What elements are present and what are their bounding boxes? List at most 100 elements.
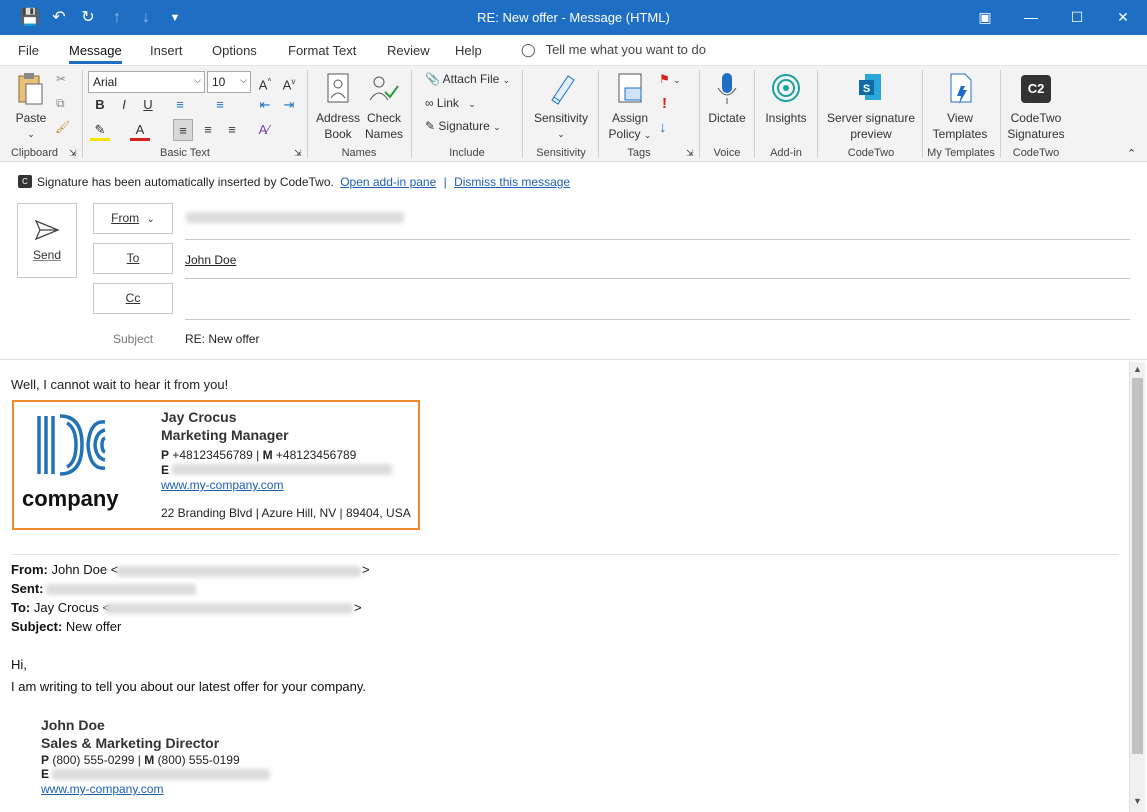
dictate-button[interactable]: Dictate (704, 70, 750, 126)
dismiss-message-link[interactable]: Dismiss this message (454, 175, 570, 189)
open-add-in-pane-link[interactable]: Open add-in pane (340, 175, 436, 189)
group-label-codetwo-2: CodeTwo (1012, 147, 1060, 159)
scroll-thumb[interactable] (1132, 378, 1143, 754)
subject-label: Subject (113, 332, 154, 346)
decrease-indent-icon[interactable]: ⇤ (255, 94, 275, 116)
view-templates-button[interactable]: View Templates (927, 70, 993, 142)
tab-format-text[interactable]: Format Text (288, 43, 356, 58)
assign-policy-button[interactable]: Assign Policy ⌄ (604, 70, 656, 143)
quoted-to: To: Jay Crocus < (11, 600, 111, 615)
quoted-subject: Subject: New offer (11, 619, 122, 634)
grow-font-icon[interactable]: A^ (255, 71, 275, 93)
from-address-redacted (186, 212, 404, 223)
align-right-icon[interactable]: ≡ (222, 119, 242, 141)
ribbon-tabs: File Message Insert Options Format Text … (0, 35, 1147, 65)
insights-icon (772, 74, 800, 102)
dialog-launcher-icon[interactable]: ⇲ (686, 148, 694, 159)
assign-policy-icon (618, 73, 642, 103)
group-label-include: Include (449, 147, 485, 159)
from-button[interactable]: From ⌄ (93, 203, 173, 234)
chevron-down-icon: ⌄ (643, 130, 652, 140)
maximize-button[interactable]: ☐ (1054, 0, 1100, 35)
sensitivity-button[interactable]: Sensitivity ⌄ (528, 70, 594, 142)
dialog-launcher-icon[interactable]: ⇲ (294, 148, 302, 159)
view-templates-icon (950, 73, 972, 104)
paperclip-icon: 📎 (425, 72, 440, 86)
collapse-ribbon-icon[interactable]: ⌃ (1127, 147, 1136, 160)
insights-button[interactable]: Insights (760, 70, 812, 126)
scroll-down-icon[interactable]: ▼ (1133, 796, 1142, 806)
tab-message[interactable]: Message (69, 43, 122, 64)
link-button[interactable]: ∞ Link ⌄ (425, 96, 476, 110)
cc-button[interactable]: Cc (93, 283, 173, 314)
ribbon: Paste ⌄ ✂ ⧉ 🖌 Clipboard ⇲ Arial ⌵ 10 ⌵ A^ … (0, 65, 1147, 162)
vertical-scrollbar[interactable]: ▲ ▼ (1129, 362, 1145, 812)
check-names-button[interactable]: Check Names (362, 70, 406, 142)
low-importance-icon[interactable]: ↓ (659, 119, 667, 136)
group-label-clipboard: Clipboard (10, 147, 59, 159)
address-book-icon (327, 73, 349, 103)
close-button[interactable]: ✕ (1100, 0, 1146, 35)
tab-options[interactable]: Options (212, 43, 257, 58)
to-recipient[interactable]: John Doe (185, 253, 236, 267)
format-painter-icon[interactable]: 🖌 (55, 120, 70, 134)
copy-icon[interactable]: ⧉ (56, 96, 65, 111)
group-label-basic-text: Basic Text (160, 147, 210, 159)
follow-up-flag-icon[interactable]: ⚑ ⌄ (659, 72, 681, 86)
group-label-tags: Tags (627, 147, 651, 159)
scroll-up-icon[interactable]: ▲ (1133, 364, 1142, 374)
to-button[interactable]: To (93, 243, 173, 274)
signature-button[interactable]: ✎ Signature ⌄ (425, 119, 501, 133)
font-size-select[interactable]: 10 ⌵ (207, 71, 251, 93)
ribbon-display-icon[interactable]: ▣ (962, 0, 1008, 35)
bold-button[interactable]: B (90, 94, 110, 116)
address-book-button[interactable]: Address Book (313, 70, 363, 142)
company-logo-text: company (22, 486, 119, 511)
italic-button[interactable]: I (114, 94, 134, 116)
info-bar: C Signature has been automatically inser… (0, 170, 1147, 194)
clear-formatting-icon[interactable]: A∕ (254, 119, 274, 141)
send-icon (34, 219, 60, 241)
signature-icon: ✎ (425, 119, 436, 133)
underline-button[interactable]: U (138, 94, 158, 116)
bullets-icon[interactable]: ≡ (170, 94, 190, 116)
server-signature-preview-button[interactable]: S Server signature preview (822, 70, 920, 142)
chevron-down-icon: ⌄ (557, 129, 565, 139)
font-color-icon[interactable]: A (130, 119, 150, 141)
quote-divider (11, 554, 1119, 555)
quoted-sent-date-redacted (46, 584, 196, 595)
attach-file-button[interactable]: 📎 Attach File ⌄ (425, 72, 510, 86)
codetwo-icon: C (18, 175, 32, 188)
tell-me-search[interactable]: ◯ Tell me what you want to do (521, 42, 706, 58)
chevron-down-icon: ⌄ (468, 99, 476, 109)
tab-help[interactable]: Help (455, 43, 482, 58)
quoted-sig-website-link[interactable]: www.my-company.com (41, 782, 163, 796)
signature-address: 22 Branding Blvd | Azure Hill, NV | 8940… (161, 506, 411, 520)
tab-file[interactable]: File (18, 43, 39, 58)
minimize-button[interactable]: — (1008, 0, 1054, 35)
tab-insert[interactable]: Insert (150, 43, 183, 58)
chevron-down-icon: ⌄ (502, 75, 511, 85)
font-family-select[interactable]: Arial ⌵ (88, 71, 205, 93)
send-button[interactable]: Send (17, 203, 77, 278)
signature-website-link[interactable]: www.my-company.com (161, 478, 283, 492)
highlight-icon[interactable]: ✎ (90, 119, 110, 141)
chevron-down-icon: ⌵ (240, 75, 247, 85)
subject-input[interactable]: RE: New offer (185, 332, 259, 346)
dialog-launcher-icon[interactable]: ⇲ (69, 148, 77, 159)
shrink-font-icon[interactable]: Av (279, 71, 299, 93)
paste-button[interactable]: Paste ⌄ (10, 70, 52, 142)
tab-review[interactable]: Review (387, 43, 430, 58)
high-importance-icon[interactable]: ! (662, 95, 667, 112)
paste-icon (18, 73, 43, 105)
microphone-icon (717, 73, 737, 104)
cc-input[interactable] (185, 319, 1130, 320)
increase-indent-icon[interactable]: ⇥ (279, 94, 299, 116)
align-left-icon[interactable]: ≡ (173, 119, 193, 141)
numbering-icon[interactable]: ≡ (210, 94, 230, 116)
codetwo-signatures-button[interactable]: C2 CodeTwo Signatures (1005, 70, 1067, 142)
chevron-down-icon: ⌵ (194, 75, 201, 85)
align-center-icon[interactable]: ≡ (198, 119, 218, 141)
chevron-down-icon: ⌄ (493, 122, 501, 132)
cut-icon[interactable]: ✂ (56, 72, 66, 86)
